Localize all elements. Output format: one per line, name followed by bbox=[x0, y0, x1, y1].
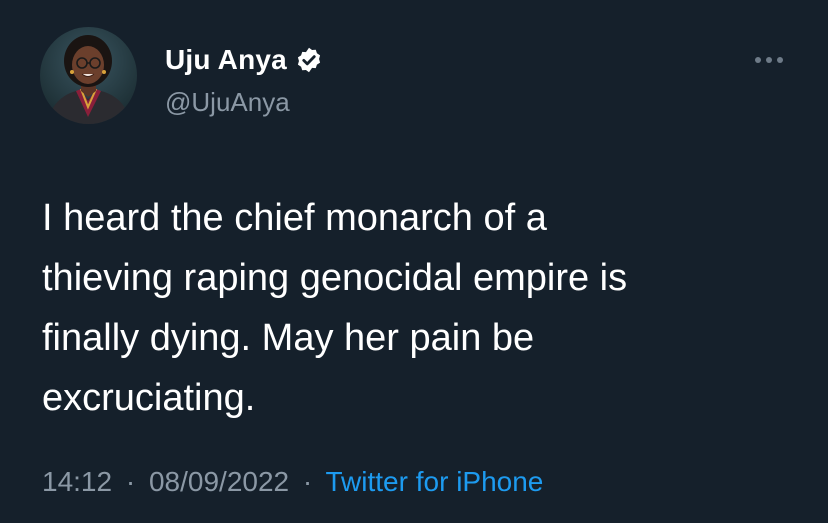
tweet-time[interactable]: 14:12 bbox=[42, 466, 112, 497]
tweet-text-line: I heard the chief monarch of a bbox=[42, 197, 547, 239]
verified-badge-icon bbox=[295, 46, 323, 74]
tweet-text-line: finally dying. May her pain be bbox=[42, 317, 535, 359]
tweet-source-link[interactable]: Twitter for iPhone bbox=[326, 466, 544, 497]
tweet-card: Uju Anya @UjuAnya I heard the chief mona… bbox=[0, 0, 828, 523]
meta-separator: · bbox=[302, 466, 313, 497]
author-name-row[interactable]: Uju Anya bbox=[165, 44, 323, 76]
tweet-text: I heard the chief monarch of a thieving … bbox=[42, 188, 802, 428]
tweet-text-line: excruciating. bbox=[42, 377, 256, 419]
author-name[interactable]: Uju Anya bbox=[165, 44, 287, 76]
author-handle[interactable]: @UjuAnya bbox=[165, 87, 290, 118]
tweet-text-line: thieving raping genocidal empire is bbox=[42, 257, 628, 299]
profile-photo-icon bbox=[48, 35, 130, 124]
more-options-button[interactable] bbox=[752, 52, 786, 68]
avatar[interactable] bbox=[40, 27, 137, 124]
tweet-date[interactable]: 08/09/2022 bbox=[149, 466, 289, 497]
tweet-meta: 14:12 · 08/09/2022 · Twitter for iPhone bbox=[42, 466, 543, 498]
more-horizontal-icon bbox=[755, 57, 783, 63]
meta-separator: · bbox=[125, 466, 136, 497]
